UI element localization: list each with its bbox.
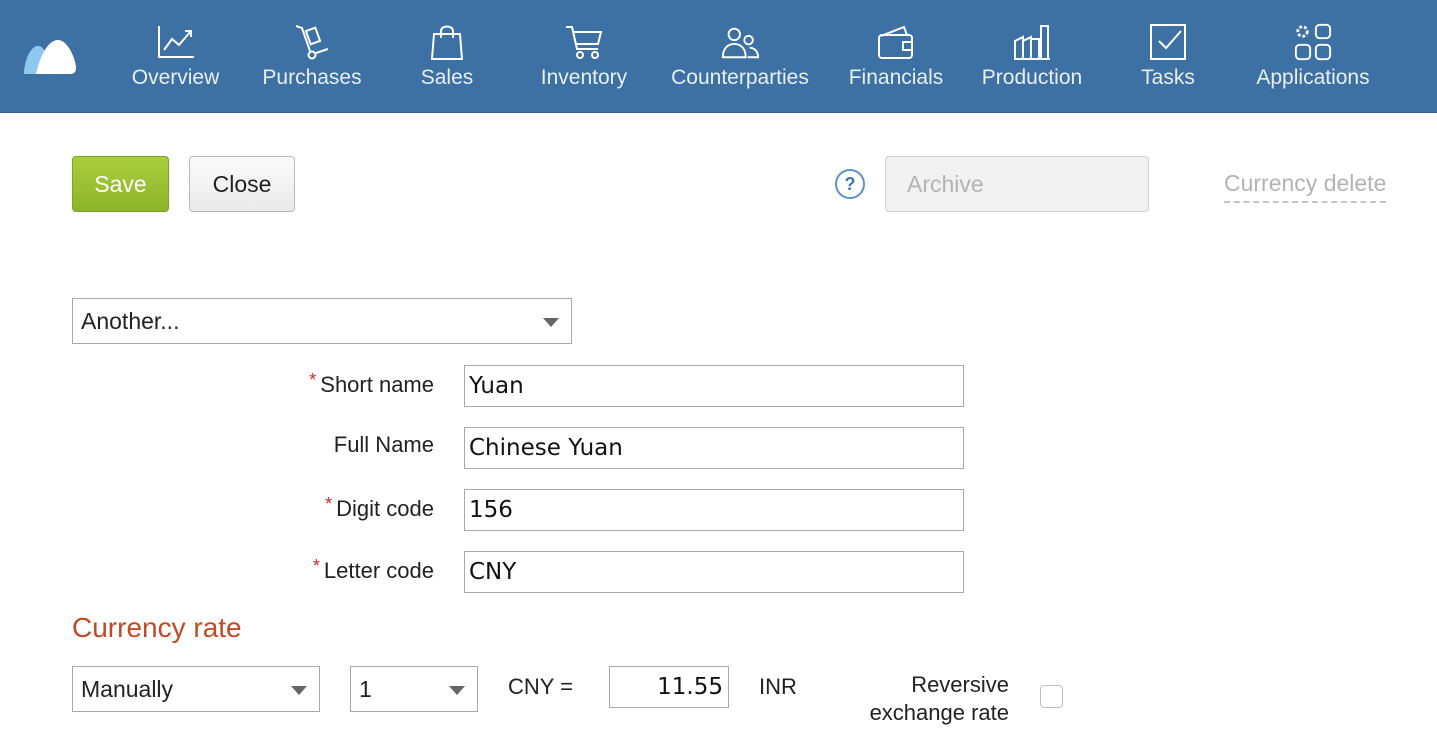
currency-delete-link[interactable]: Currency delete — [1224, 170, 1387, 203]
shopping-bag-icon — [427, 22, 467, 62]
nav-sales[interactable]: Sales — [412, 0, 482, 113]
chevron-down-icon — [291, 686, 307, 695]
letter-code-label: * Letter code — [312, 556, 434, 583]
nav-applications[interactable]: Applications — [1252, 0, 1374, 113]
rate-value-input[interactable] — [609, 666, 729, 708]
shopping-cart-icon — [564, 22, 604, 62]
required-star: * — [309, 370, 317, 390]
rate-to-currency: INR — [759, 674, 797, 699]
top-navigation-bar: Overview Purchases Sales Inventory Count… — [0, 0, 1437, 113]
nav-label: Financials — [848, 66, 944, 89]
help-icon[interactable]: ? — [835, 169, 865, 199]
rate-mode-value: Manually — [81, 675, 174, 702]
reversive-rate-label: Reversive exchange rate — [869, 672, 1009, 725]
chart-line-icon — [156, 22, 196, 62]
factory-icon — [1012, 22, 1052, 62]
digit-code-label: * Digit code — [325, 494, 434, 521]
chevron-down-icon — [543, 318, 559, 327]
reversive-rate-checkbox[interactable] — [1040, 685, 1063, 708]
nav-label: Purchases — [262, 66, 362, 89]
apps-grid-icon — [1293, 22, 1333, 62]
nav-label: Sales — [420, 66, 474, 89]
nav-label: Overview — [131, 66, 220, 89]
rate-from-currency: CNY = — [508, 674, 574, 699]
save-button[interactable]: Save — [72, 156, 169, 212]
currency-rate-heading: Currency rate — [72, 612, 242, 643]
chevron-down-icon — [449, 686, 465, 695]
archive-button[interactable]: Archive — [885, 156, 1149, 212]
nav-label: Applications — [1256, 66, 1370, 89]
app-logo[interactable] — [22, 36, 78, 76]
rate-multiplier-value: 1 — [359, 675, 372, 702]
close-button[interactable]: Close — [189, 156, 295, 212]
nav-counterparties[interactable]: Counterparties — [665, 0, 815, 113]
currency-preset-value: Another... — [81, 307, 180, 334]
short-name-label: * Short name — [309, 370, 434, 397]
nav-financials[interactable]: Financials — [843, 0, 949, 113]
nav-tasks[interactable]: Tasks — [1134, 0, 1202, 113]
checkbox-icon — [1148, 22, 1188, 62]
letter-code-input[interactable] — [464, 551, 964, 593]
rate-multiplier-select[interactable]: 1 — [350, 666, 478, 712]
nav-production[interactable]: Production — [977, 0, 1087, 113]
nav-purchases[interactable]: Purchases — [256, 0, 368, 113]
nav-label: Counterparties — [671, 66, 809, 89]
short-name-input[interactable] — [464, 365, 964, 407]
required-star: * — [312, 556, 320, 576]
people-icon — [720, 22, 760, 62]
full-name-label: Full Name — [333, 432, 434, 457]
nav-inventory[interactable]: Inventory — [535, 0, 633, 113]
wallet-icon — [876, 22, 916, 62]
nav-label: Production — [981, 66, 1083, 89]
full-name-input[interactable] — [464, 427, 964, 469]
nav-label: Inventory — [540, 66, 628, 89]
hand-truck-icon — [292, 22, 332, 62]
nav-label: Tasks — [1141, 66, 1195, 89]
rate-mode-select[interactable]: Manually — [72, 666, 320, 712]
digit-code-input[interactable] — [464, 489, 964, 531]
required-star: * — [325, 494, 333, 514]
nav-overview[interactable]: Overview — [128, 0, 223, 113]
currency-preset-select[interactable]: Another... — [72, 298, 572, 344]
